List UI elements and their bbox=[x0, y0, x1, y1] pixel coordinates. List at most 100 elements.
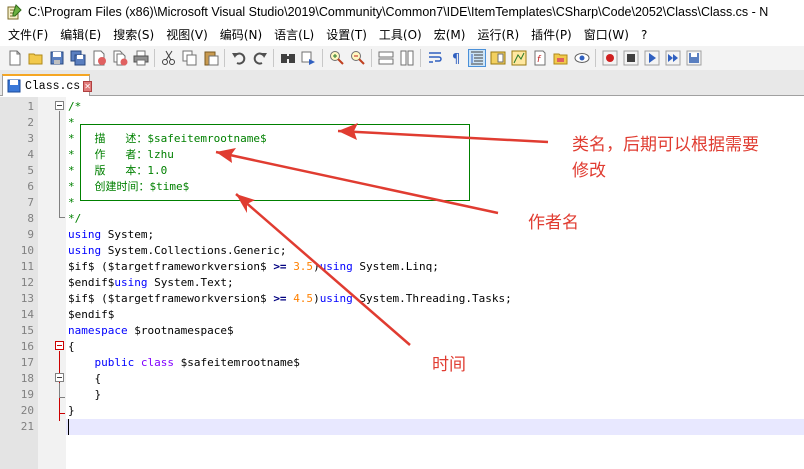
code-token: System.Threading.Tasks; bbox=[352, 292, 512, 305]
toolbar-separator bbox=[595, 49, 596, 67]
new-file-icon[interactable] bbox=[7, 50, 23, 66]
zoom-out-icon[interactable] bbox=[350, 50, 366, 66]
menu-settings[interactable]: 设置(T) bbox=[320, 25, 373, 45]
find-icon[interactable] bbox=[280, 50, 296, 66]
code-token: * bbox=[68, 116, 75, 129]
close-icon[interactable] bbox=[91, 50, 107, 66]
code-line[interactable]: */ bbox=[68, 211, 81, 227]
code-line[interactable]: * 作 者：lzhu bbox=[68, 147, 174, 163]
line-number: 1 bbox=[27, 100, 34, 113]
code-line[interactable]: $if$ ($targetframeworkversion$ >= 3.5)us… bbox=[68, 259, 439, 275]
code-line[interactable]: using System; bbox=[68, 227, 154, 243]
fold-end bbox=[59, 217, 65, 218]
menu-search[interactable]: 搜索(S) bbox=[107, 25, 160, 45]
code-token: using bbox=[319, 292, 353, 305]
fold-toggle-class[interactable] bbox=[55, 373, 64, 382]
code-token: using bbox=[68, 228, 102, 241]
code-token: System; bbox=[101, 228, 155, 241]
code-line[interactable]: public class $safeitemrootname$ bbox=[68, 355, 300, 371]
toolbar: ¶ f bbox=[0, 46, 804, 70]
code-line[interactable]: { bbox=[68, 371, 101, 387]
code-token: System.Linq; bbox=[352, 260, 439, 273]
code-line[interactable]: * bbox=[68, 195, 75, 211]
menu-macro[interactable]: 宏(M) bbox=[428, 25, 472, 45]
code-token: class bbox=[140, 356, 174, 369]
folder-workspace-icon[interactable]: f bbox=[532, 50, 548, 66]
tab-bar: Class.cs ✕ bbox=[0, 70, 804, 96]
menu-tools[interactable]: 工具(O) bbox=[373, 25, 428, 45]
indent-guide-icon[interactable] bbox=[467, 49, 486, 67]
tab-close-icon[interactable]: ✕ bbox=[83, 80, 92, 92]
tab-class-cs[interactable]: Class.cs ✕ bbox=[2, 74, 92, 96]
code-token: $safeitemrootname$ bbox=[174, 356, 300, 369]
close-all-icon[interactable] bbox=[112, 50, 128, 66]
zoom-in-icon[interactable] bbox=[329, 50, 345, 66]
save-macro-icon[interactable] bbox=[686, 50, 702, 66]
code-token: public bbox=[94, 356, 135, 369]
sync-horizontal-icon[interactable] bbox=[399, 50, 415, 66]
fold-toggle-namespace[interactable] bbox=[55, 341, 64, 350]
code-token: System.Text; bbox=[147, 276, 234, 289]
code-line[interactable]: * 描 述：$safeitemrootname$ bbox=[68, 131, 267, 147]
cut-icon[interactable] bbox=[161, 50, 177, 66]
menu-encoding[interactable]: 编码(N) bbox=[214, 25, 268, 45]
menu-language[interactable]: 语言(L) bbox=[268, 25, 320, 45]
menu-edit[interactable]: 编辑(E) bbox=[54, 25, 107, 45]
sync-vertical-icon[interactable] bbox=[378, 50, 394, 66]
menu-help[interactable]: ? bbox=[635, 25, 653, 45]
fold-end-class bbox=[59, 397, 65, 398]
menu-bar: 文件(F) 编辑(E) 搜索(S) 视图(V) 编码(N) 语言(L) 设置(T… bbox=[0, 24, 804, 46]
show-all-chars-icon[interactable]: ¶ bbox=[448, 50, 464, 67]
menu-window[interactable]: 窗口(W) bbox=[578, 25, 635, 45]
code-token: /* bbox=[68, 100, 82, 113]
code-line[interactable]: * 创建时间：$time$ bbox=[68, 179, 189, 195]
code-line[interactable]: } bbox=[68, 403, 75, 419]
open-file-icon[interactable] bbox=[28, 50, 44, 66]
code-line[interactable]: { bbox=[68, 339, 75, 355]
menu-view[interactable]: 视图(V) bbox=[160, 25, 214, 45]
code-line[interactable]: namespace $rootnamespace$ bbox=[68, 323, 234, 339]
menu-run[interactable]: 运行(R) bbox=[471, 25, 525, 45]
code-token: $endif$ bbox=[68, 276, 115, 289]
code-line[interactable]: * 版 本：1.0 bbox=[68, 163, 167, 179]
save-all-icon[interactable] bbox=[70, 50, 86, 66]
line-number: 2 bbox=[27, 116, 34, 129]
menu-file[interactable]: 文件(F) bbox=[2, 25, 54, 45]
paste-icon[interactable] bbox=[203, 50, 219, 66]
code-token: using bbox=[68, 244, 102, 257]
toolbar-separator bbox=[273, 49, 274, 67]
line-number: 14 bbox=[20, 308, 34, 321]
code-line[interactable]: $endif$ bbox=[68, 307, 114, 323]
play-macro-icon[interactable] bbox=[644, 50, 660, 66]
line-number: 18 bbox=[20, 372, 34, 385]
code-token: $endif$ bbox=[68, 308, 115, 321]
redo-icon[interactable] bbox=[252, 50, 268, 66]
code-line[interactable]: $if$ ($targetframeworkversion$ >= 4.5)us… bbox=[68, 291, 512, 307]
function-list-icon[interactable] bbox=[511, 50, 527, 66]
code-token: { bbox=[68, 372, 102, 385]
code-line[interactable]: $endif$using System.Text; bbox=[68, 275, 234, 291]
menu-plugins[interactable]: 插件(P) bbox=[525, 25, 578, 45]
print-icon[interactable] bbox=[133, 50, 149, 66]
fold-toggle-comment[interactable] bbox=[55, 101, 64, 110]
code-token: } bbox=[68, 404, 75, 417]
code-token: 3.5 bbox=[293, 260, 314, 273]
run-macro-multiple-icon[interactable] bbox=[665, 50, 681, 66]
save-icon[interactable] bbox=[49, 50, 65, 66]
code-line[interactable]: } bbox=[68, 387, 101, 403]
fold-line-class bbox=[59, 383, 60, 397]
line-number: 10 bbox=[20, 244, 34, 257]
replace-icon[interactable] bbox=[301, 50, 317, 66]
word-wrap-icon[interactable] bbox=[427, 50, 443, 66]
copy-icon[interactable] bbox=[182, 50, 198, 66]
undo-icon[interactable] bbox=[231, 50, 247, 66]
code-token: 4.5 bbox=[293, 292, 314, 305]
code-line[interactable]: /* bbox=[68, 99, 81, 115]
monitor-icon[interactable] bbox=[574, 50, 590, 66]
record-macro-icon[interactable] bbox=[602, 50, 618, 66]
code-line[interactable]: * bbox=[68, 115, 75, 131]
code-line[interactable]: using System.Collections.Generic; bbox=[68, 243, 287, 259]
folder-as-workspace-icon[interactable] bbox=[553, 50, 569, 66]
document-map-icon[interactable] bbox=[490, 50, 506, 66]
stop-record-icon[interactable] bbox=[623, 50, 639, 66]
